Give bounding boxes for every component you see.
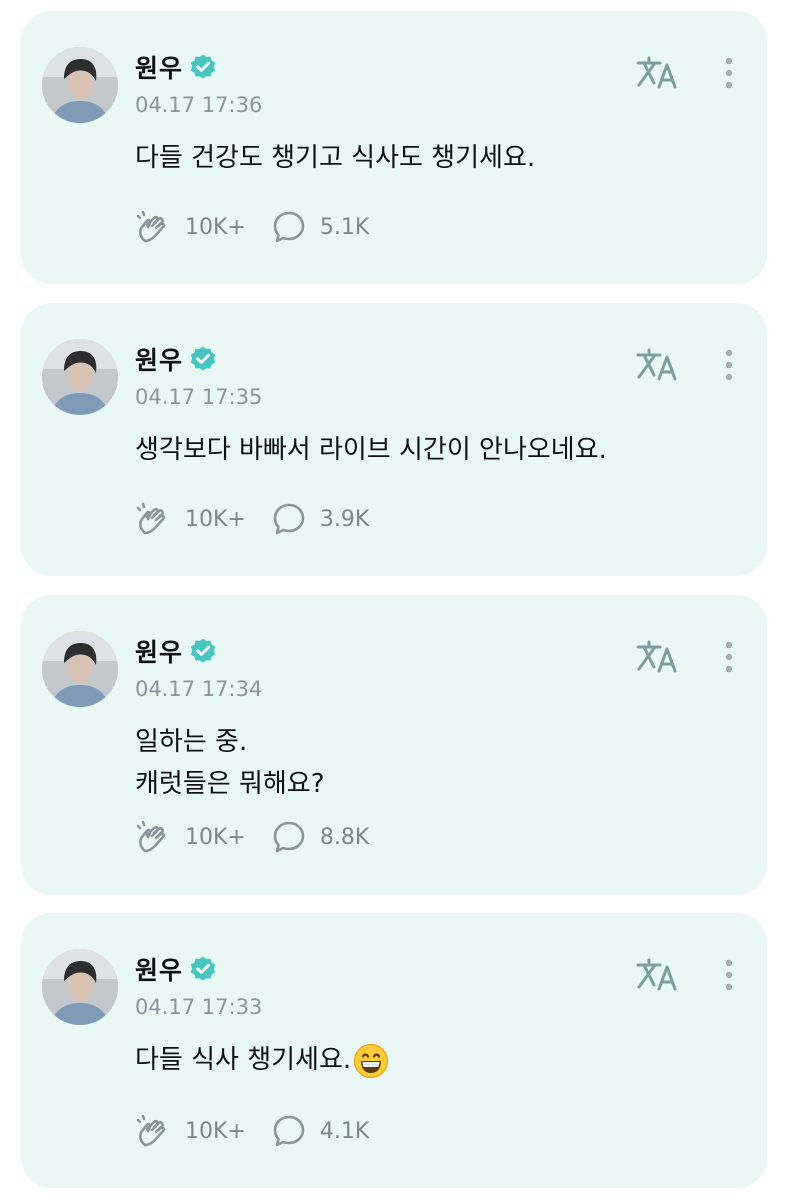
author-name[interactable]: 원우 [135,49,183,85]
applause-hands-icon [136,1114,166,1147]
comment-count: 8.8K [319,824,370,850]
post-text-content: 일하는 중. 캐럿들은 뭐해요? [135,727,325,799]
post-text-content: 다들 건강도 챙기고 식사도 챙기세요. [135,143,536,173]
translate-button[interactable] [635,345,683,385]
translate-icon [636,348,677,381]
more-options-button[interactable] [717,347,741,387]
comment-bubble-icon [273,821,305,853]
comment-count: 3.9K [319,506,370,532]
post-text-content: 다들 식사 챙기세요. [135,1045,352,1075]
applause-hands-icon [136,820,166,853]
post-actions: 10K+ 4.1K [135,1111,369,1151]
post-card[interactable]: 원우 04.17 17:34 일하는 중. 캐럿들은 뭐해요? 10K+ 8.8… [21,595,767,895]
translate-button[interactable] [635,955,683,995]
post-text: 일하는 중. 캐럿들은 뭐해요? [135,721,325,805]
post-timestamp: 04.17 17:35 [135,385,263,409]
like-button[interactable]: 10K+ [135,819,246,855]
verified-badge-icon [190,638,216,663]
applause-hands-icon [136,210,166,243]
more-vertical-icon [725,959,733,991]
post-text: 생각보다 바빠서 라이브 시간이 안나오네요. [135,429,607,471]
verified-badge-icon [190,54,216,79]
post-card[interactable]: 원우 04.17 17:35 생각보다 바빠서 라이브 시간이 안나오네요. 1… [21,303,767,576]
avatar[interactable] [42,339,118,415]
verified-badge-icon [190,956,216,981]
comment-bubble-icon [273,503,305,535]
author-row: 원우 [135,49,217,85]
post-timestamp: 04.17 17:36 [135,93,263,117]
post-feed: 원우 04.17 17:36 다들 건강도 챙기고 식사도 챙기세요. 10K+… [0,0,788,1200]
more-vertical-icon [725,641,733,673]
avatar[interactable] [42,47,118,123]
post-actions: 10K+ 8.8K [135,817,369,857]
like-button[interactable]: 10K+ [135,1113,246,1149]
translate-icon [636,640,677,673]
more-options-button[interactable] [717,639,741,679]
author-row: 원우 [135,951,217,987]
post-timestamp: 04.17 17:34 [135,677,263,701]
comment-button[interactable]: 3.9K [272,502,369,536]
comment-bubble-icon [273,1115,305,1147]
comment-button[interactable]: 4.1K [272,1114,369,1148]
author-name[interactable]: 원우 [135,633,183,669]
like-count: 10K+ [185,214,246,240]
like-button[interactable]: 10K+ [135,501,246,537]
author-name[interactable]: 원우 [135,341,183,377]
translate-icon [636,958,677,991]
post-timestamp: 04.17 17:33 [135,995,263,1019]
translate-icon [636,56,677,89]
more-vertical-icon [725,349,733,381]
post-card[interactable]: 원우 04.17 17:33 다들 식사 챙기세요. 10K+ 4.1K [21,913,767,1188]
like-count: 10K+ [185,506,246,532]
more-options-button[interactable] [717,55,741,95]
comment-count: 5.1K [319,214,370,240]
like-button[interactable]: 10K+ [135,209,246,245]
more-options-button[interactable] [717,957,741,997]
comment-button[interactable]: 5.1K [272,210,369,244]
post-text: 다들 건강도 챙기고 식사도 챙기세요. [135,137,535,179]
post-text: 다들 식사 챙기세요. [135,1039,389,1081]
author-row: 원우 [135,633,217,669]
comment-button[interactable]: 8.8K [272,820,369,854]
comment-count: 4.1K [319,1118,370,1144]
verified-badge-icon [190,346,216,371]
author-name[interactable]: 원우 [135,951,183,987]
comment-bubble-icon [273,211,305,243]
author-row: 원우 [135,341,217,377]
more-vertical-icon [725,57,733,89]
avatar[interactable] [42,631,118,707]
avatar[interactable] [42,949,118,1025]
like-count: 10K+ [185,824,246,850]
post-actions: 10K+ 5.1K [135,207,369,247]
grinning-face-emoji [354,1043,389,1078]
applause-hands-icon [136,502,166,535]
translate-button[interactable] [635,637,683,677]
translate-button[interactable] [635,53,683,93]
like-count: 10K+ [185,1118,246,1144]
post-text-content: 생각보다 바빠서 라이브 시간이 안나오네요. [135,435,607,465]
post-actions: 10K+ 3.9K [135,499,369,539]
post-card[interactable]: 원우 04.17 17:36 다들 건강도 챙기고 식사도 챙기세요. 10K+… [21,11,767,284]
